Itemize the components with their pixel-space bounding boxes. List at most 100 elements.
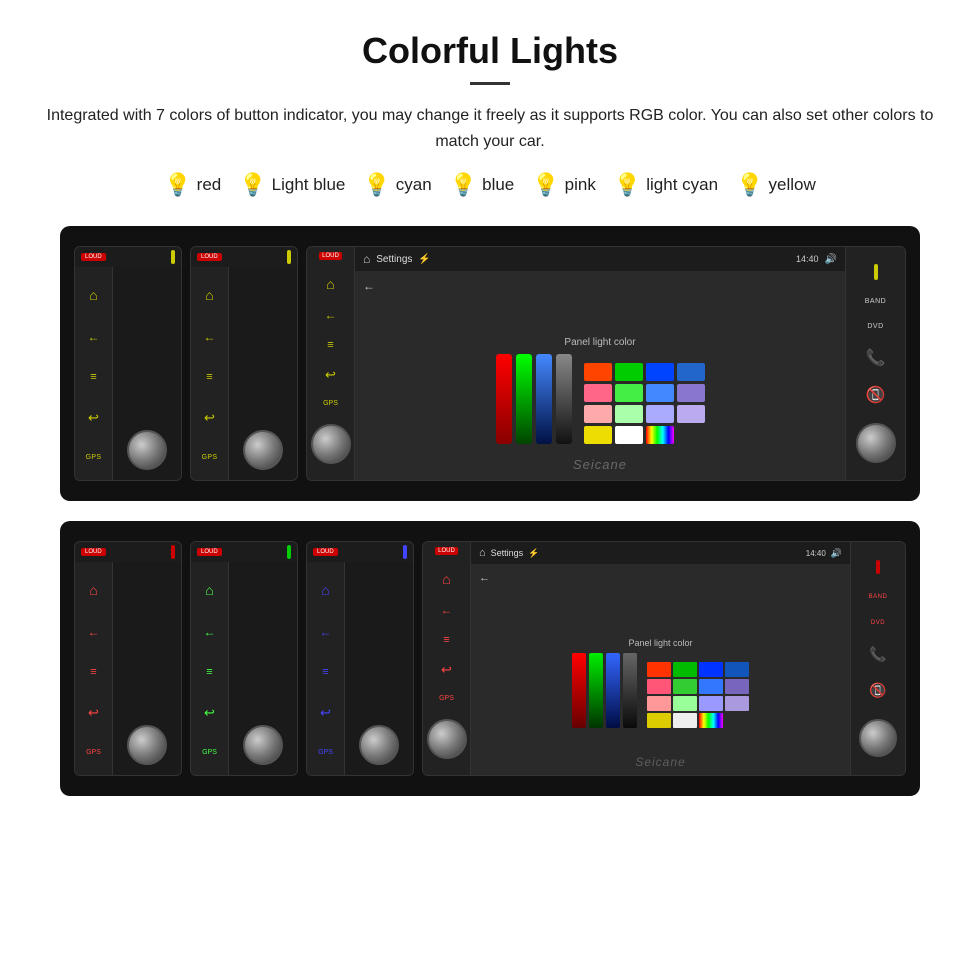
back-screen-icon[interactable]: ← — [363, 279, 375, 293]
knob-1[interactable] — [127, 430, 167, 470]
return-main-2: ↩ — [441, 662, 452, 678]
back-icon-1: ← — [88, 330, 100, 344]
bulb-lightblue: 💡 — [239, 172, 266, 198]
main-device-1: LOUD ⌂ ← ≡ ↩ GPS ⌂ Settings ⚡ 14:40 🔊 — [306, 246, 906, 481]
sw1 — [584, 363, 612, 381]
menu-main-2: ≡ — [443, 634, 449, 646]
bar-green — [516, 354, 532, 444]
band-label-2: BAND — [869, 594, 888, 600]
sw6 — [615, 384, 643, 402]
knob-b[interactable] — [243, 725, 283, 765]
bulb-blue: 💡 — [450, 172, 477, 198]
knob-a[interactable] — [127, 725, 167, 765]
color-label-lightblue: Light blue — [272, 175, 346, 195]
home-icon-2: ⌂ — [205, 287, 213, 303]
home-main-2: ⌂ — [442, 571, 450, 587]
back-screen2[interactable]: ← — [479, 572, 490, 584]
mini-device-1: LOUD ⌂ ← ≡ ↩ GPS — [74, 246, 182, 481]
mini-device-2: LOUD ⌂ ← ≡ ↩ GPS — [190, 246, 298, 481]
sw2-7 — [699, 679, 723, 694]
color-label-cyan: cyan — [396, 175, 432, 195]
phone-end-icon: 📵 — [866, 385, 886, 405]
sw2-14 — [673, 713, 697, 728]
home-screen-icon: ⌂ — [363, 252, 370, 266]
sw14 — [615, 426, 643, 444]
back-b: ← — [204, 625, 216, 639]
color-item-yellow: 💡 yellow — [736, 172, 816, 198]
gps-main-2: GPS — [439, 695, 454, 702]
menu-icon-2: ≡ — [206, 371, 212, 383]
mini-device-b: LOUD ⌂ ← ≡ ↩ GPS — [190, 541, 298, 776]
bar2-green — [589, 653, 603, 728]
indicator-yellow-2 — [287, 250, 291, 264]
phone-answer-2: 📞 — [869, 646, 886, 663]
home-screen2: ⌂ — [479, 547, 486, 559]
volume-screen2: 🔊 — [831, 548, 842, 559]
knob-2[interactable] — [243, 430, 283, 470]
description: Integrated with 7 colors of button indic… — [40, 103, 940, 154]
home-icon-1: ⌂ — [89, 287, 97, 303]
sw2-12 — [725, 696, 749, 711]
sw2-4 — [725, 662, 749, 677]
top-indicator-2 — [876, 560, 880, 574]
sw8 — [677, 384, 705, 402]
indicator-yellow-1 — [171, 250, 175, 264]
back-icon-2: ← — [204, 330, 216, 344]
bar2-dark — [623, 653, 637, 728]
knob-right[interactable] — [856, 423, 896, 463]
panel-light-label2: Panel light color — [628, 638, 692, 648]
sw2-13 — [647, 713, 671, 728]
device-group-2: LOUD ⌂ ← ≡ ↩ GPS LOUD — [60, 521, 920, 796]
panel-light-label: Panel light color — [564, 337, 635, 348]
loud-main-1: LOUD — [319, 252, 342, 260]
bulb-lightcyan: 💡 — [614, 172, 641, 198]
top-indicator-main — [874, 264, 878, 280]
menu-b: ≡ — [206, 666, 212, 678]
sw2-10 — [673, 696, 697, 711]
home-b: ⌂ — [205, 582, 213, 598]
color-list: 💡 red 💡 Light blue 💡 cyan 💡 blue 💡 pink … — [40, 172, 940, 198]
sw12 — [677, 405, 705, 423]
bar-dark — [556, 354, 572, 444]
return-main-1: ↩ — [325, 367, 336, 383]
color-item-lightcyan: 💡 light cyan — [614, 172, 718, 198]
bar-red — [496, 354, 512, 444]
loud-label-1: LOUD — [81, 253, 106, 261]
time-display: 14:40 — [796, 254, 819, 264]
title-divider — [470, 82, 510, 85]
loud-c: LOUD — [313, 548, 338, 556]
gps-label-2: GPS — [202, 454, 218, 461]
indicator-blue-c — [403, 545, 407, 559]
settings-label: Settings — [376, 254, 412, 265]
knob-right-2[interactable] — [859, 719, 897, 757]
usb-icon: ⚡ — [418, 254, 430, 265]
sw4 — [677, 363, 705, 381]
sw13 — [584, 426, 612, 444]
loud-b: LOUD — [197, 548, 222, 556]
main-device-2: LOUD ⌂ ← ≡ ↩ GPS ⌂ Settings ⚡ 14:40 🔊 ← — [422, 541, 906, 776]
volume-icon: 🔊 — [825, 254, 837, 265]
color-item-blue: 💡 blue — [450, 172, 515, 198]
return-c: ↩ — [320, 705, 331, 721]
gps-c: GPS — [318, 749, 333, 756]
back-main-2: ← — [441, 603, 453, 617]
sw2-6 — [673, 679, 697, 694]
home-a: ⌂ — [89, 582, 97, 598]
bulb-red: 💡 — [164, 172, 191, 198]
mini-device-a: LOUD ⌂ ← ≡ ↩ GPS — [74, 541, 182, 776]
watermark-2: Seicane — [635, 755, 685, 769]
sw15 — [646, 426, 674, 444]
sw2-16 — [725, 713, 749, 728]
menu-main-1: ≡ — [327, 339, 333, 351]
sw2 — [615, 363, 643, 381]
phone-end-2: 📵 — [869, 682, 886, 699]
bulb-pink: 💡 — [532, 172, 559, 198]
knob-c[interactable] — [359, 725, 399, 765]
color-item-red: 💡 red — [164, 172, 221, 198]
sw2-5 — [647, 679, 671, 694]
back-a: ← — [88, 625, 100, 639]
knob-main-1[interactable] — [311, 424, 351, 464]
indicator-red-a — [171, 545, 175, 559]
knob-main-2[interactable] — [427, 719, 467, 759]
usb-screen2: ⚡ — [528, 548, 539, 559]
